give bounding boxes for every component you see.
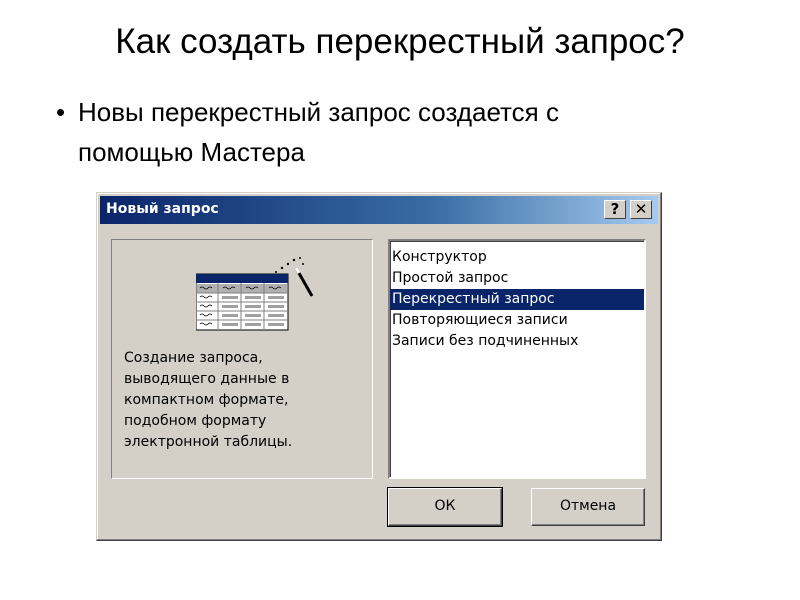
crosstab-table-icon: [196, 257, 314, 331]
cancel-button[interactable]: Отмена: [531, 488, 645, 526]
dialog-title: Новый запрос: [106, 201, 219, 217]
preview-panel: Создание запроса, выводящего данные в ко…: [111, 239, 373, 479]
description-line: подобном формату: [124, 413, 267, 429]
description-line: Создание запроса,: [124, 350, 263, 366]
description-line: компактном формате,: [124, 392, 289, 408]
list-item-find-duplicates[interactable]: Повторяющиеся записи: [390, 310, 644, 331]
close-button[interactable]: ✕: [630, 200, 652, 219]
bullet-marker: •: [56, 97, 66, 127]
bullet-line-1: Новы перекрестный запрос создается с: [78, 97, 559, 127]
bullet-point: • Новы перекрестный запрос создается с п…: [56, 92, 756, 172]
help-button[interactable]: ?: [604, 200, 626, 219]
new-query-dialog: Новый запрос ? ✕ Создание запроса, вывод…: [96, 192, 662, 541]
bullet-line-2: помощью Мастера: [78, 137, 305, 167]
dialog-titlebar[interactable]: Новый запрос ? ✕: [100, 196, 658, 224]
description-line: выводящего данные в: [124, 371, 290, 387]
list-item-simple-query[interactable]: Простой запрос: [390, 268, 644, 289]
list-item-crosstab-query[interactable]: Перекрестный запрос: [390, 289, 644, 310]
query-type-listbox[interactable]: Конструктор Простой запрос Перекрестный …: [388, 239, 646, 479]
list-item-designer[interactable]: Конструктор: [390, 247, 644, 268]
slide-title: Как создать перекрестный запрос?: [115, 22, 685, 61]
description-line: электронной таблицы.: [124, 434, 293, 450]
ok-button[interactable]: ОК: [387, 487, 503, 527]
list-item-find-unmatched[interactable]: Записи без подчиненных: [390, 331, 644, 352]
query-description: Создание запроса, выводящего данные в ко…: [124, 348, 364, 453]
